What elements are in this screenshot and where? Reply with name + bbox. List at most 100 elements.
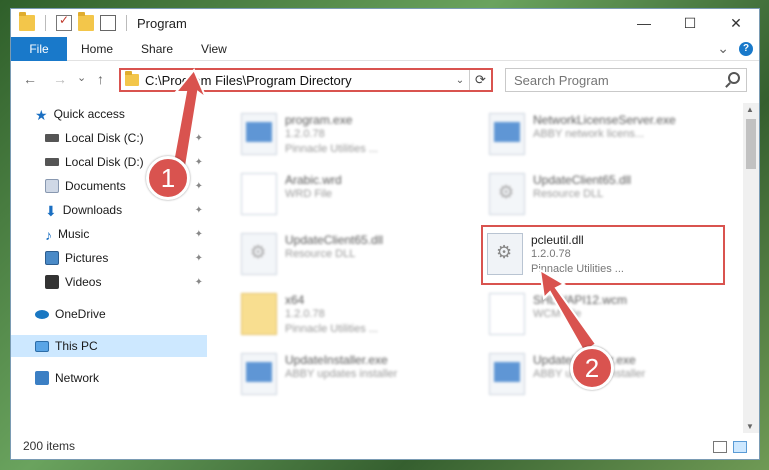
sidebar-item-label: Videos xyxy=(65,275,102,289)
pin-icon[interactable]: ✦ xyxy=(195,181,203,192)
file-type: Resource DLL xyxy=(285,248,356,260)
callout-1: 1 xyxy=(146,156,190,200)
file-description: Pinnacle Utilities ... xyxy=(285,143,378,155)
sidebar-item-label: Music xyxy=(58,227,90,241)
file-item[interactable]: SHLWAPI12.wcm WCM File xyxy=(485,287,725,347)
document-file-icon xyxy=(241,173,277,215)
network-icon xyxy=(35,371,49,385)
quick-access-toolbar xyxy=(11,12,131,31)
file-description: Pinnacle Utilities ... xyxy=(531,263,624,275)
large-icons-view-icon[interactable] xyxy=(733,441,747,453)
file-name: NetworkLicenseServer.exe xyxy=(533,113,676,127)
search-box[interactable] xyxy=(505,68,747,92)
expand-ribbon-icon[interactable]: ⌄ xyxy=(717,40,729,57)
divider xyxy=(45,15,46,31)
folder-icon xyxy=(125,71,139,86)
tab-home[interactable]: Home xyxy=(67,42,127,56)
file-name: program.exe xyxy=(285,113,353,127)
folder-icon xyxy=(241,293,277,335)
details-view-icon[interactable] xyxy=(713,441,727,453)
address-dropdown-icon[interactable]: ⌄ xyxy=(451,75,469,86)
search-icon[interactable] xyxy=(728,72,740,84)
forward-button[interactable]: → xyxy=(53,71,67,87)
tab-file[interactable]: File xyxy=(11,36,67,61)
address-bar[interactable]: C:\Program Files\Program Directory ⌄ ⟳ xyxy=(119,68,493,92)
pin-icon[interactable]: ✦ xyxy=(195,277,203,288)
tab-view[interactable]: View xyxy=(187,42,241,56)
divider xyxy=(126,15,127,31)
scrollbar-thumb[interactable] xyxy=(746,119,756,169)
documents-icon xyxy=(45,179,59,193)
pin-icon[interactable]: ✦ xyxy=(195,157,203,168)
ribbon-tabs: File Home Share View ⌄ ? xyxy=(11,36,759,61)
pin-icon[interactable]: ✦ xyxy=(195,205,203,216)
sidebar-item-this-pc[interactable]: This PC xyxy=(11,335,207,357)
file-item-pcleutil[interactable]: pcleutil.dll1.2.0.78 Pinnacle Utilities .… xyxy=(481,225,725,285)
file-item[interactable]: x64 1.2.0.78 Pinnacle Utilities ... xyxy=(237,287,477,347)
file-description: Pinnacle Utilities ... xyxy=(285,323,378,335)
sidebar-item-local-disk-c[interactable]: Local Disk (C:) ✦ xyxy=(11,127,207,149)
search-input[interactable] xyxy=(514,72,714,88)
maximize-button[interactable]: ☐ xyxy=(667,9,713,37)
sidebar-item-quick-access[interactable]: ★ Quick access xyxy=(11,103,207,125)
refresh-button[interactable]: ⟳ xyxy=(469,70,491,90)
tab-share[interactable]: Share xyxy=(127,42,187,56)
properties-icon[interactable] xyxy=(56,13,72,31)
pin-icon[interactable]: ✦ xyxy=(195,133,203,144)
customize-toolbar-icon[interactable] xyxy=(100,15,116,31)
pin-icon[interactable]: ✦ xyxy=(195,253,203,264)
file-item[interactable]: Arabic.wrd WRD File xyxy=(237,167,477,227)
file-name: x64 xyxy=(285,293,305,307)
address-path[interactable]: C:\Program Files\Program Directory xyxy=(145,73,451,88)
file-name: UpdateInstaller.exe xyxy=(285,353,388,367)
dll-file-icon xyxy=(241,233,277,275)
sidebar-item-label: Local Disk (D:) xyxy=(65,155,144,169)
explorer-window: Program — ☐ ✕ File Home Share View ⌄ ? ←… xyxy=(10,8,760,460)
sidebar-item-downloads[interactable]: ⬇ Downloads ✦ xyxy=(11,199,207,221)
pin-icon[interactable]: ✦ xyxy=(195,229,203,240)
item-count: 200 items xyxy=(23,439,76,453)
back-button[interactable]: ← xyxy=(23,71,37,87)
file-name: UpdateClient65.dll xyxy=(285,233,384,247)
sidebar-item-onedrive[interactable]: OneDrive xyxy=(11,303,207,325)
sidebar-item-label: OneDrive xyxy=(55,307,106,321)
file-item[interactable]: UpdateClient65.dllResource DLL xyxy=(485,167,725,227)
navigation-bar: ← → ⌄ ↑ C:\Program Files\Program Directo… xyxy=(11,65,759,95)
sidebar-item-pictures[interactable]: Pictures ✦ xyxy=(11,247,207,269)
scroll-down-icon[interactable]: ▼ xyxy=(746,422,754,431)
title-bar: Program — ☐ ✕ xyxy=(11,9,759,37)
sidebar-item-label: Pictures xyxy=(65,251,109,265)
file-name: pcleutil.dll xyxy=(531,233,584,247)
file-item[interactable]: program.exe 1.2.0.78 Pinnacle Utilities ..… xyxy=(237,107,477,167)
star-icon: ★ xyxy=(35,107,48,123)
vertical-scrollbar[interactable]: ▲ ▼ xyxy=(743,103,759,433)
file-name: Arabic.wrd xyxy=(285,173,342,187)
file-version: 1.2.0.78 xyxy=(285,128,325,140)
exe-file-icon xyxy=(489,353,525,395)
status-bar: 200 items xyxy=(11,433,759,459)
file-item[interactable]: NetworkLicenseServer.exe ABBY network lic… xyxy=(485,107,725,167)
scroll-up-icon[interactable]: ▲ xyxy=(746,105,754,114)
disk-icon xyxy=(45,134,59,142)
up-button[interactable]: ↑ xyxy=(97,71,104,87)
close-button[interactable]: ✕ xyxy=(713,9,759,37)
file-item[interactable]: UpdateClient65.dllResource DLL xyxy=(237,227,477,287)
sidebar-item-label: Network xyxy=(55,371,100,385)
pictures-icon xyxy=(45,251,59,265)
help-icon[interactable]: ? xyxy=(739,41,753,56)
sidebar-item-label: Downloads xyxy=(62,203,123,217)
sidebar-item-videos[interactable]: Videos ✦ xyxy=(11,271,207,293)
sidebar-item-music[interactable]: ♪ Music ✦ xyxy=(11,223,207,245)
file-item[interactable]: UpdateInstaller.exeABBY updates installe… xyxy=(237,347,477,407)
sidebar-item-label: Documents xyxy=(65,179,126,193)
sidebar-item-label: Local Disk (C:) xyxy=(65,131,144,145)
folder-icon xyxy=(19,12,35,31)
document-file-icon xyxy=(489,293,525,335)
new-folder-icon[interactable] xyxy=(78,12,94,31)
navigation-pane: ★ Quick access Local Disk (C:) ✦ Local D… xyxy=(11,103,207,433)
sidebar-item-network[interactable]: Network xyxy=(11,367,207,389)
recent-locations-button[interactable]: ⌄ xyxy=(77,71,86,84)
videos-icon xyxy=(45,275,59,289)
minimize-button[interactable]: — xyxy=(621,9,667,37)
dll-file-icon xyxy=(489,173,525,215)
